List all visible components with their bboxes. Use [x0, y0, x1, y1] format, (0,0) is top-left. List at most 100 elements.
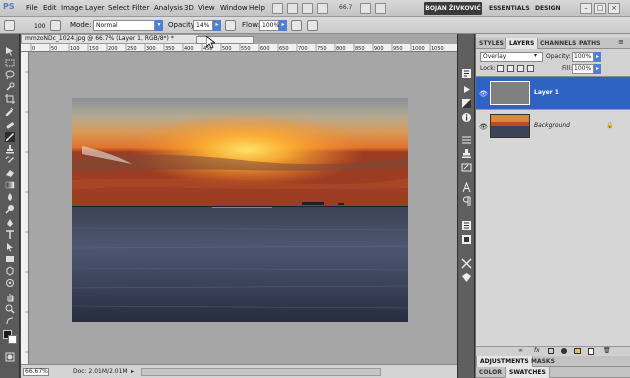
paragraph-panel-icon[interactable] [461, 196, 472, 207]
menu-edit[interactable]: Edit [43, 4, 57, 12]
fill-arrow[interactable]: ▸ [594, 64, 601, 74]
eraser-icon[interactable] [5, 168, 15, 178]
clone-source-icon[interactable] [461, 148, 472, 159]
hand-tool-icon[interactable] [317, 3, 328, 14]
view-extras-icon[interactable] [302, 3, 313, 14]
sunset-photo-canvas[interactable] [72, 98, 408, 322]
zoom-level-display[interactable]: 66.7 [339, 4, 352, 11]
character-panel-icon[interactable] [461, 182, 472, 193]
lock-pixels-icon[interactable] [507, 65, 514, 72]
tablet-opacity-icon[interactable] [225, 20, 236, 31]
workspace-user-button[interactable]: BOJAN ŽIVKOVIĆ [424, 2, 482, 15]
tab-channels[interactable]: CHANNELS [537, 38, 579, 49]
mode-select[interactable]: Normal [93, 20, 155, 31]
fill-field[interactable]: 100% [572, 64, 594, 74]
type-tool-icon[interactable] [5, 230, 15, 240]
menu-help[interactable]: Help [249, 4, 265, 12]
hand-tool-icon[interactable] [5, 292, 15, 302]
actions-panel-icon[interactable] [461, 84, 472, 95]
tab-swatches[interactable]: SWATCHES [505, 367, 550, 378]
quick-selection-icon[interactable] [5, 82, 15, 92]
status-menu-arrow[interactable]: ▸ [131, 368, 134, 375]
link-layers-icon[interactable]: ∞ [518, 347, 523, 354]
tablet-size-icon[interactable] [307, 20, 318, 31]
history-brush-icon[interactable] [5, 156, 15, 166]
menu-file[interactable]: File [26, 4, 38, 12]
info-panel-icon[interactable] [461, 112, 472, 123]
layer-name[interactable]: Background [534, 122, 570, 129]
tab-layers[interactable]: LAYERS [505, 38, 539, 49]
menu-analysis[interactable]: Analysis [154, 4, 183, 12]
tab-adjustments[interactable]: ADJUSTMENTS [476, 356, 533, 367]
gradient-tool-icon[interactable] [5, 180, 15, 190]
minimize-button[interactable]: – [580, 3, 592, 14]
history-panel-icon[interactable] [461, 68, 472, 79]
tab-color[interactable]: COLOR [476, 367, 505, 378]
new-adjustment-icon[interactable] [561, 348, 567, 354]
layer-style-icon[interactable]: fx [534, 347, 540, 354]
lock-transparency-icon[interactable] [497, 65, 504, 72]
tab-styles[interactable]: STYLES [476, 38, 507, 49]
opacity-field[interactable]: 14% [193, 20, 213, 31]
lasso-tool-icon[interactable] [5, 70, 15, 80]
workspace-design[interactable]: DESIGN [535, 5, 561, 12]
masks-panel-icon[interactable] [461, 258, 472, 269]
arrange-documents-icon[interactable] [360, 3, 371, 14]
menu-view[interactable]: View [198, 4, 215, 12]
background-color-swatch[interactable] [8, 335, 17, 344]
menu-layer[interactable]: Layer [85, 4, 105, 12]
eyedropper-icon[interactable] [5, 106, 15, 116]
visibility-eye-icon[interactable]: 👁 [479, 123, 488, 131]
layer-row-layer-1[interactable]: 👁 Layer 1 [476, 77, 630, 109]
workspace-essentials[interactable]: ESSENTIALS [489, 5, 530, 12]
panel-menu-icon[interactable]: ≡ [618, 38, 624, 46]
layer-row-background[interactable]: 👁 Background 🔒 [476, 109, 630, 141]
menu-filter[interactable]: Filter [132, 4, 149, 12]
layer-opacity-field[interactable]: 100% [572, 52, 594, 62]
healing-brush-icon[interactable] [5, 120, 15, 130]
3d-panel-icon[interactable] [461, 272, 472, 283]
crop-tool-icon[interactable] [5, 94, 15, 104]
tab-masks[interactable]: MASKS [528, 356, 558, 367]
flow-field[interactable]: 100% [259, 20, 279, 31]
quick-mask-icon[interactable] [5, 352, 15, 362]
vertical-ruler[interactable] [21, 52, 29, 364]
menu-window[interactable]: Window [220, 4, 248, 12]
zoom-field[interactable]: 66.67% [23, 368, 49, 376]
clone-stamp-icon[interactable] [5, 144, 15, 154]
horizontal-scrollbar[interactable] [141, 368, 381, 376]
add-mask-icon[interactable] [548, 348, 554, 354]
notes-panel-icon[interactable] [461, 234, 472, 245]
3d-camera-icon[interactable] [5, 278, 15, 288]
zoom-tool-icon[interactable] [5, 304, 15, 314]
layer-opacity-arrow[interactable]: ▸ [594, 52, 601, 62]
new-layer-icon[interactable] [588, 348, 594, 355]
airbrush-icon[interactable] [291, 20, 302, 31]
document-tab[interactable]: mmzoNDc_1024.jpg @ 66.7% (Layer 1, RGB/8… [21, 34, 199, 44]
menu-3d[interactable]: 3D [184, 4, 194, 12]
lock-all-icon[interactable] [527, 65, 534, 72]
adjustments-panel-icon[interactable] [461, 98, 472, 109]
bridge-icon[interactable] [272, 3, 283, 14]
dodge-tool-icon[interactable] [5, 204, 15, 214]
3d-rotate-icon[interactable] [5, 266, 15, 276]
brush-presets-icon[interactable] [461, 134, 472, 145]
tab-paths[interactable]: PATHS [576, 38, 603, 49]
shape-tool-icon[interactable] [5, 254, 15, 264]
layer-name[interactable]: Layer 1 [534, 89, 559, 96]
brush-panel-toggle-icon[interactable] [50, 20, 61, 31]
horizontal-ruler[interactable]: 0 50 100 150 200 250 300 350 400 450 500 550 600 650 7… [21, 44, 457, 52]
mini-bridge-icon[interactable] [287, 3, 298, 14]
path-selection-icon[interactable] [5, 242, 15, 252]
mode-dropdown-arrow[interactable]: ▾ [155, 20, 163, 31]
move-tool-icon[interactable] [5, 46, 15, 56]
swap-colors-icon[interactable] [5, 316, 15, 326]
lock-position-icon[interactable] [517, 65, 524, 72]
visibility-eye-icon[interactable]: 👁 [479, 90, 488, 98]
maximize-button[interactable]: □ [594, 3, 606, 14]
new-group-icon[interactable] [574, 348, 581, 354]
layer-comps-icon[interactable] [461, 220, 472, 231]
close-button[interactable]: × [608, 3, 620, 14]
brush-preset-icon[interactable] [4, 20, 15, 31]
menu-image[interactable]: Image [61, 4, 83, 12]
